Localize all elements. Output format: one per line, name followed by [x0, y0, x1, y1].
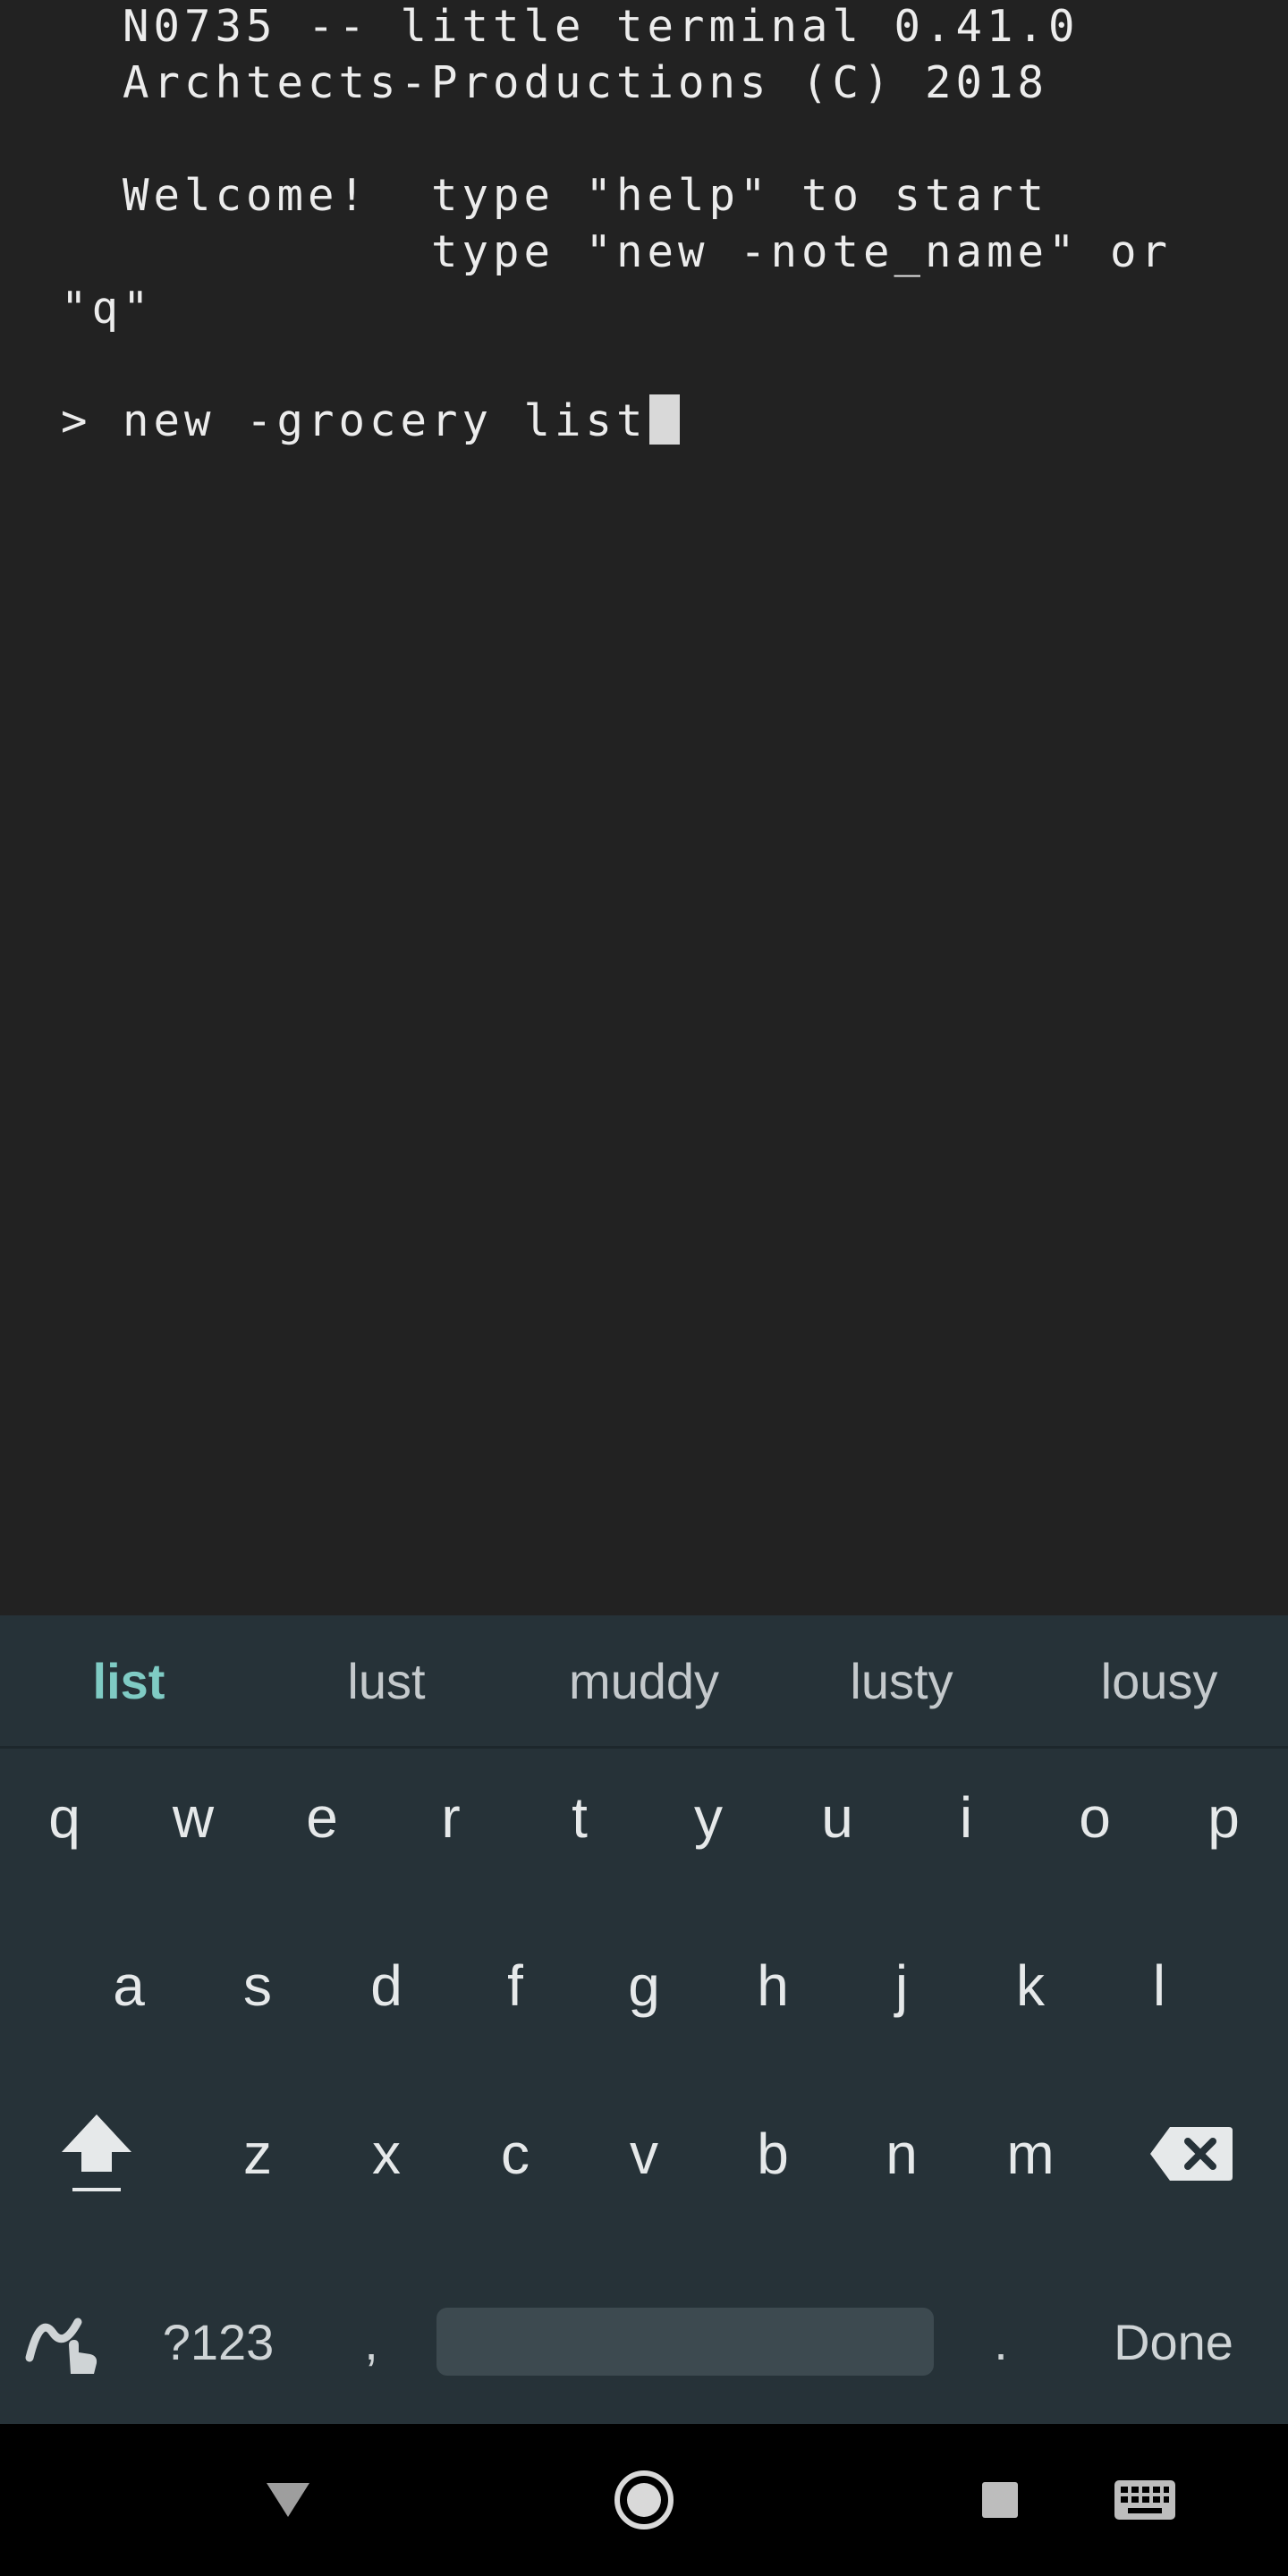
period-key[interactable]: .	[952, 2270, 1050, 2413]
backspace-key[interactable]	[1095, 2082, 1288, 2225]
key-a[interactable]: a	[64, 1914, 193, 2057]
swipe-gesture-icon	[25, 2318, 97, 2374]
key-m[interactable]: m	[966, 2082, 1095, 2225]
key-e[interactable]: e	[258, 1746, 386, 1889]
key-j[interactable]: j	[837, 1914, 966, 2057]
done-key[interactable]: Done	[1070, 2270, 1277, 2413]
terminal-line-welcome: Welcome! type "help" to start	[61, 170, 1049, 221]
keyboard-switch-icon	[1114, 2480, 1175, 2520]
text-cursor	[648, 394, 680, 445]
shift-icon	[62, 2114, 131, 2191]
key-k[interactable]: k	[966, 1914, 1095, 2057]
keyboard-switch-button[interactable]	[1091, 2424, 1199, 2576]
soft-keyboard: list lust muddy lusty lousy q w e r t y …	[0, 1615, 1288, 2424]
terminal-line-version: N0735 -- little terminal 0.41.0	[61, 1, 1080, 52]
suggestion-item[interactable]: lusty	[773, 1615, 1030, 1746]
nav-home-button[interactable]	[590, 2424, 698, 2576]
key-h[interactable]: h	[708, 1914, 837, 2057]
key-u[interactable]: u	[773, 1746, 902, 1889]
key-l[interactable]: l	[1095, 1914, 1224, 2057]
key-y[interactable]: y	[644, 1746, 773, 1889]
nav-back-button[interactable]	[234, 2424, 342, 2576]
key-g[interactable]: g	[580, 1914, 708, 2057]
shift-key[interactable]	[0, 2082, 193, 2225]
swipe-key[interactable]	[0, 2270, 129, 2413]
backspace-icon	[1150, 2127, 1233, 2181]
terminal-line-hint: type "new -note_name" or	[61, 226, 1173, 277]
nav-recents-icon	[982, 2482, 1018, 2518]
suggestion-item[interactable]: lust	[258, 1615, 515, 1746]
key-f[interactable]: f	[451, 1914, 580, 2057]
key-o[interactable]: o	[1030, 1746, 1159, 1889]
key-x[interactable]: x	[322, 2082, 451, 2225]
terminal-command-text: > new -grocery list	[61, 395, 648, 446]
key-t[interactable]: t	[515, 1746, 644, 1889]
key-w[interactable]: w	[129, 1746, 258, 1889]
suggestion-item[interactable]: lousy	[1030, 1615, 1288, 1746]
key-v[interactable]: v	[580, 2082, 708, 2225]
space-bar[interactable]	[436, 2308, 934, 2376]
key-q[interactable]: q	[0, 1746, 129, 1889]
nav-home-icon	[614, 2470, 674, 2529]
suggestion-item[interactable]: muddy	[515, 1615, 773, 1746]
comma-key[interactable]: ,	[322, 2270, 420, 2413]
nav-back-icon	[267, 2483, 309, 2517]
system-nav-bar	[0, 2424, 1288, 2576]
key-z[interactable]: z	[193, 2082, 322, 2225]
key-c[interactable]: c	[451, 2082, 580, 2225]
symbols-key[interactable]: ?123	[129, 2270, 308, 2413]
terminal-command-line[interactable]: > new -grocery list	[61, 393, 680, 449]
terminal-screen[interactable]: N0735 -- little terminal 0.41.0 Archtect…	[0, 0, 1288, 1615]
terminal-line-copyright: Archtects-Productions (C) 2018	[61, 57, 1049, 108]
key-n[interactable]: n	[837, 2082, 966, 2225]
suggestion-strip: list lust muddy lusty lousy	[0, 1615, 1288, 1749]
key-i[interactable]: i	[902, 1746, 1030, 1889]
key-r[interactable]: r	[386, 1746, 515, 1889]
nav-recents-button[interactable]	[946, 2424, 1054, 2576]
key-s[interactable]: s	[193, 1914, 322, 2057]
terminal-line-quit: "q"	[61, 283, 154, 334]
key-b[interactable]: b	[708, 2082, 837, 2225]
suggestion-item[interactable]: list	[0, 1615, 258, 1746]
key-p[interactable]: p	[1159, 1746, 1288, 1889]
key-d[interactable]: d	[322, 1914, 451, 2057]
